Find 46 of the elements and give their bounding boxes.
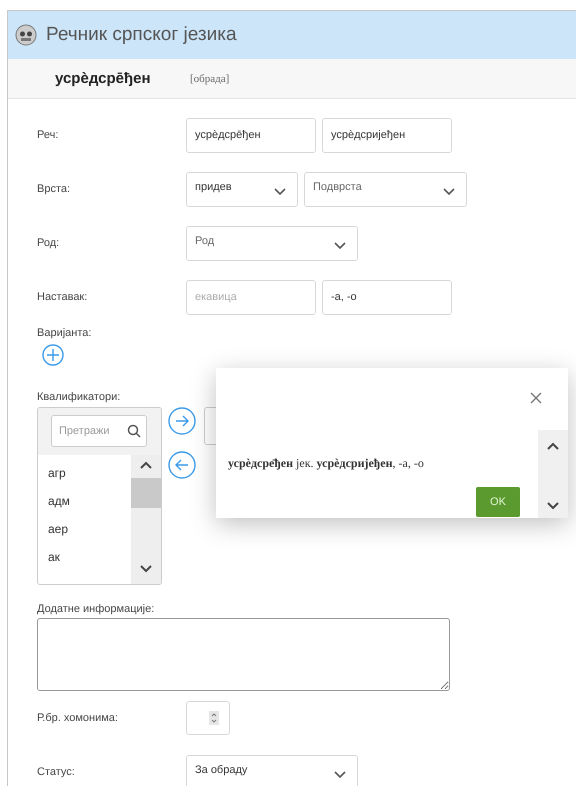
arrow-left-icon[interactable] [168, 451, 196, 479]
dropdown[interactable]: Подврста [304, 172, 467, 206]
spinner-icon [209, 711, 219, 725]
field-label: Варијанта: [37, 327, 92, 339]
dropdown[interactable]: Род [186, 226, 358, 260]
arrow-right-icon[interactable] [168, 407, 196, 435]
chevron-down-icon [333, 770, 347, 778]
list-item[interactable]: агр [48, 459, 131, 487]
field-label: Наставак: [37, 291, 88, 303]
text-field[interactable]: усрѐдсре̄ђен [186, 118, 316, 152]
status-tag: [обрада] [190, 72, 230, 84]
field-label: Р.бр. хомонима: [37, 712, 119, 724]
scrollbar[interactable] [538, 430, 568, 518]
app-title: Речник српског језика [46, 24, 237, 46]
scroll-thumb[interactable] [131, 478, 161, 508]
close-icon[interactable] [530, 392, 542, 404]
text-area[interactable] [37, 618, 450, 691]
field-label: Квалификатори: [37, 391, 120, 403]
chevron-down-icon [546, 501, 560, 510]
field-label: Врста: [37, 183, 72, 195]
scrollbar[interactable] [131, 455, 161, 584]
field-label: Додатне информације: [37, 603, 154, 615]
add-icon[interactable] [42, 344, 64, 366]
chevron-down-icon [442, 186, 456, 196]
list-item[interactable]: адм [48, 487, 131, 515]
emblem-icon [15, 24, 37, 46]
list-item[interactable]: ак [48, 543, 131, 571]
list-item[interactable]: аер [48, 515, 131, 543]
chevron-up-icon [546, 442, 560, 451]
number-field[interactable] [186, 701, 230, 735]
search-field[interactable]: Претражи [51, 415, 147, 447]
dialog-message: усрѐдсре̄ђен јек. усрѐдсријеђен, -а, -о [228, 456, 425, 471]
field-label: Статус: [37, 766, 76, 778]
search-icon [127, 424, 141, 438]
chevron-down-icon [273, 186, 287, 196]
chevron-down-icon [333, 240, 347, 250]
text-field[interactable]: -а, -о [322, 280, 452, 314]
dropdown[interactable]: придев [186, 172, 298, 206]
text-field[interactable]: екавица [186, 280, 316, 314]
text-field[interactable]: усрѐдсријеђен [322, 118, 452, 152]
field-label: Реч: [37, 129, 60, 141]
chevron-up-icon [139, 461, 153, 470]
dropdown[interactable]: За обраду [186, 754, 358, 786]
chevron-down-icon [139, 564, 153, 573]
headword: усрѐдсре̄ђен [55, 70, 152, 87]
field-label: Род: [37, 237, 60, 249]
